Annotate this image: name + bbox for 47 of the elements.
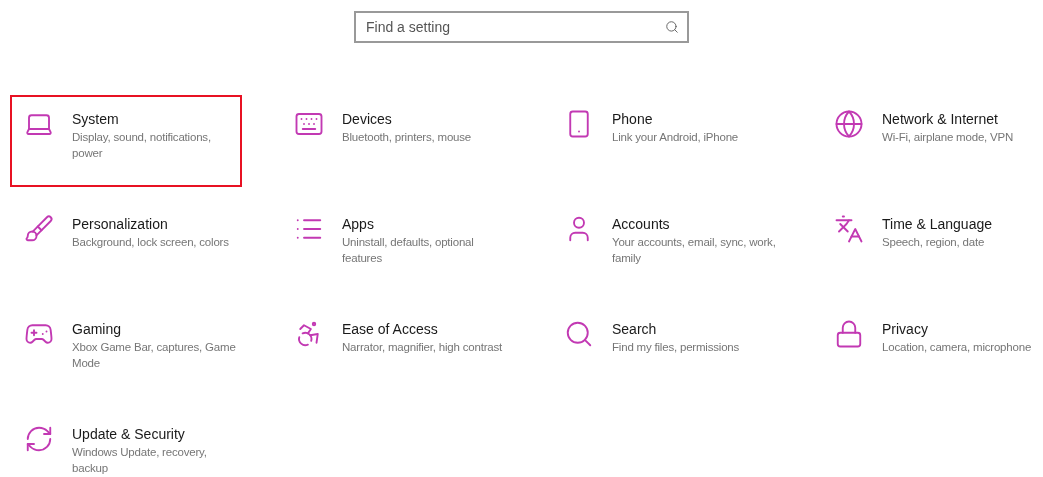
tile-description: Uninstall, defaults, optional features (342, 235, 475, 266)
tile-title: Devices (342, 110, 393, 129)
tile-title: Update & Security (72, 425, 186, 444)
tile-title: Ease of Access (342, 320, 439, 339)
tile-title: Apps (342, 215, 375, 234)
settings-tile[interactable]: Gaming Xbox Game Bar, captures, Game Mode (10, 305, 242, 397)
settings-tile[interactable]: Devices Bluetooth, printers, mouse (280, 95, 512, 187)
settings-tile[interactable]: System Display, sound, notifications, power (10, 95, 242, 187)
tile-title: Search (612, 320, 658, 339)
tile-title: System (72, 110, 120, 129)
settings-tile[interactable]: Time & Language Speech, region, date (820, 200, 1043, 292)
search-icon (564, 319, 594, 349)
settings-tile[interactable]: Network & Internet Wi-Fi, airplane mode, VPN (820, 95, 1043, 187)
brush-icon (24, 214, 54, 244)
tile-description: Windows Update, recovery, backup (72, 445, 208, 476)
tile-description: Wi-Fi, airplane mode, VPN (882, 130, 1014, 145)
tile-title: Personalization (72, 215, 169, 234)
tile-title: Network & Internet (882, 110, 999, 129)
tile-title: Phone (612, 110, 654, 129)
tile-description: Location, camera, microphone (882, 340, 1032, 355)
tile-description: Narrator, magnifier, high contrast (342, 340, 503, 355)
tile-description: Speech, region, date (882, 235, 986, 250)
settings-tile[interactable]: Accounts Your accounts, email, sync, work, family (550, 200, 782, 292)
tile-description: Bluetooth, printers, mouse (342, 130, 472, 145)
tile-description: Your accounts, email, sync, work, family (612, 235, 777, 266)
tile-title: Gaming (72, 320, 123, 339)
settings-tile[interactable]: Search Find my files, permissions (550, 305, 782, 397)
tile-description: Display, sound, notifications, power (72, 130, 212, 161)
settings-tile[interactable]: Phone Link your Android, iPhone (550, 95, 782, 187)
tile-description: Link your Android, iPhone (612, 130, 739, 145)
settings-tile[interactable]: Privacy Location, camera, microphone (820, 305, 1043, 397)
tile-title: Time & Language (882, 215, 992, 234)
tile-description: Xbox Game Bar, captures, Game Mode (72, 340, 237, 371)
languages-icon (834, 214, 864, 244)
settings-tile[interactable]: Ease of Access Narrator, magnifier, high contrast (280, 305, 512, 397)
refresh-icon (24, 424, 54, 454)
search-icon (665, 20, 679, 34)
settings-tile[interactable]: Apps Uninstall, defaults, optional features (280, 200, 512, 292)
settings-tile[interactable]: Personalization Background, lock screen, colors (10, 200, 242, 292)
tile-description: Background, lock screen, colors (72, 235, 229, 250)
tile-title: Privacy (882, 320, 929, 339)
globe-icon (834, 109, 864, 139)
lock-icon (834, 319, 864, 349)
tile-title: Accounts (612, 215, 671, 234)
tile-description: Find my files, permissions (612, 340, 740, 355)
search-field[interactable]: Find a setting (354, 11, 689, 43)
settings-tile[interactable]: Update & Security Windows Update, recovery, backup (10, 410, 242, 477)
